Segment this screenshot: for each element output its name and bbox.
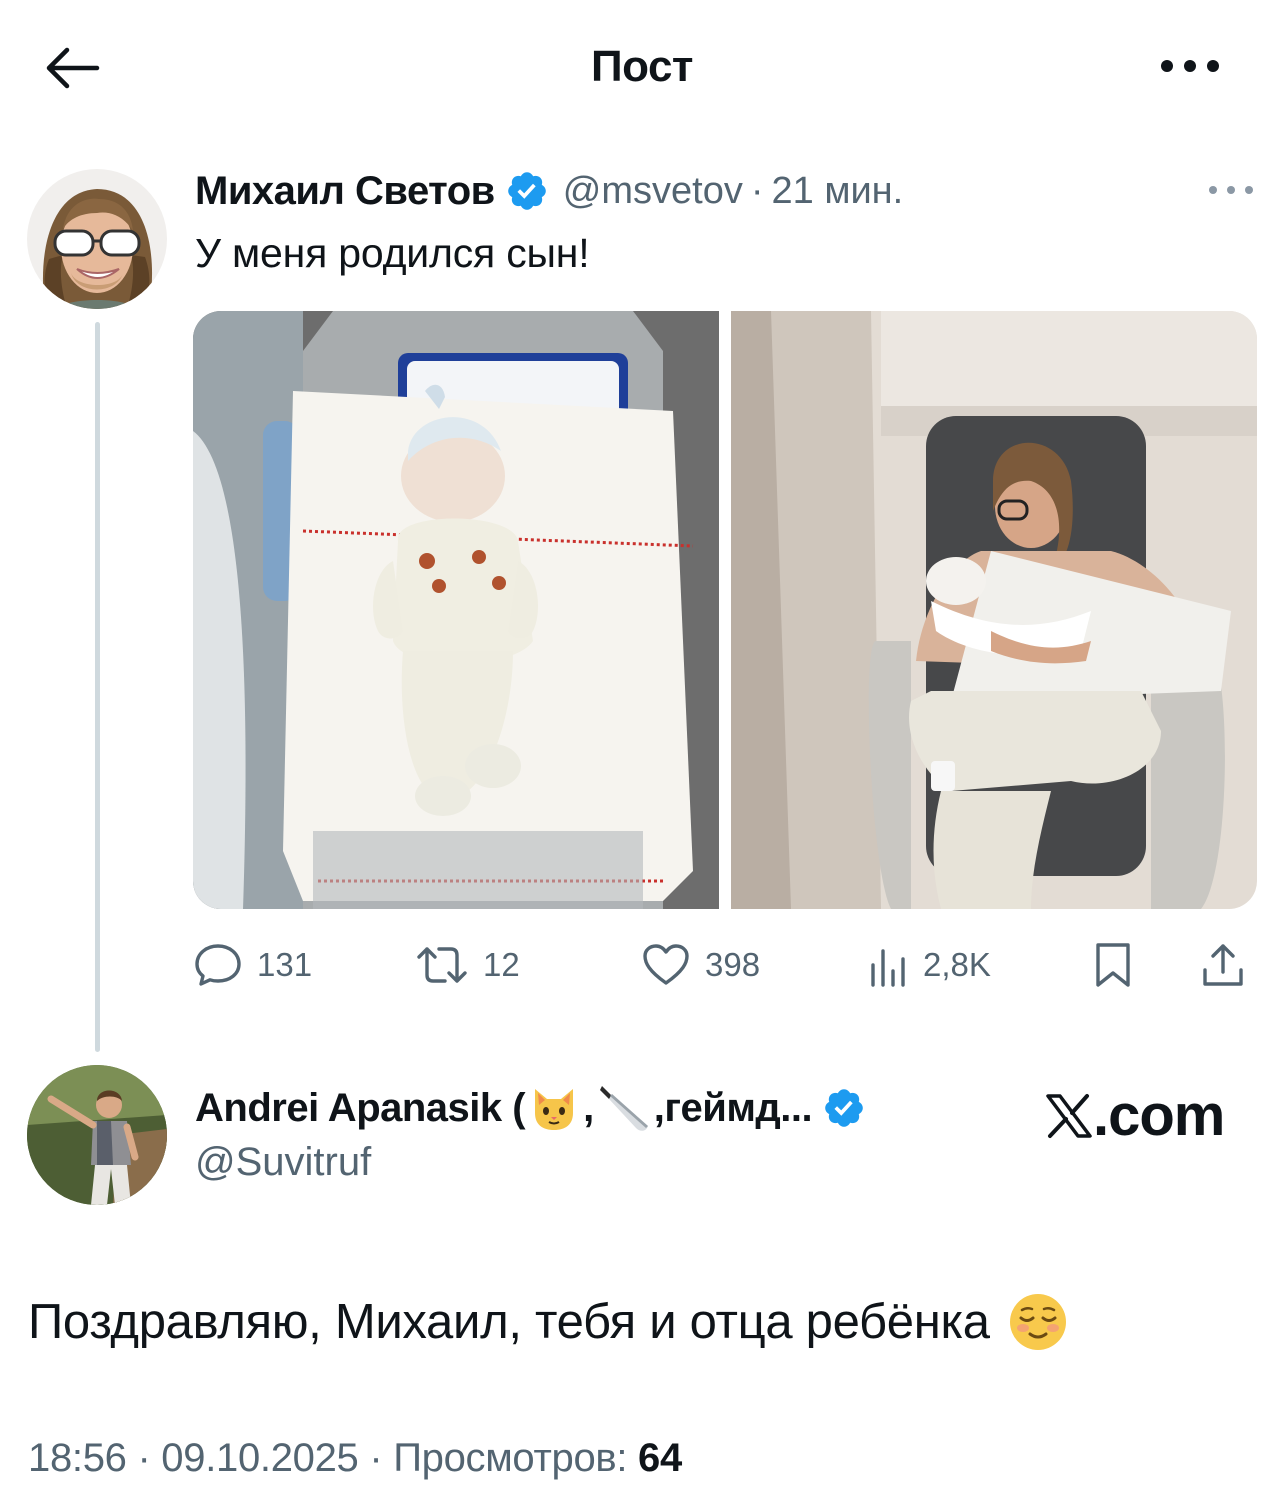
reply-text-row: Поздравляю, Михаил, тебя и отца ребёнка (28, 1292, 1068, 1352)
heart-icon (643, 944, 689, 985)
tweet-timestamp[interactable]: 21 мин. (772, 170, 904, 213)
reply-text: Поздравляю, Михаил, тебя и отца ребёнка (28, 1295, 990, 1349)
kitchen-knife-emoji-icon (599, 1086, 648, 1131)
reply-meta-line: 18:56 · 09.10.2025 · Просмотров: 64 (28, 1436, 682, 1481)
top-bar: Пост (0, 0, 1284, 130)
repost-count: 12 (483, 946, 520, 983)
bookmark-button[interactable] (1093, 930, 1133, 1000)
photo-father-holding-baby[interactable] (731, 311, 1257, 909)
views-button[interactable]: 2,8K (869, 930, 991, 1000)
tweet-media-grid (193, 311, 1257, 909)
reply-button[interactable]: 131 (193, 930, 312, 1000)
page-title: Пост (591, 42, 693, 91)
like-button[interactable]: 398 (641, 930, 760, 1000)
share-button[interactable] (1201, 930, 1245, 1000)
reply-author-avatar[interactable] (27, 1065, 167, 1205)
reply-author-name-prefix[interactable]: Andrei Apanasik ( (195, 1086, 526, 1131)
author-handle[interactable]: @msvetov (563, 170, 743, 213)
tweet-text: У меня родился сын! (195, 230, 590, 276)
x-com-watermark: .com (1045, 1082, 1225, 1149)
reply-author-name-suffix: ,геймд... (653, 1085, 813, 1130)
reply-author-row: Andrei Apanasik ( , ,геймд... (195, 1080, 866, 1136)
analytics-bars-icon (871, 949, 905, 987)
verified-badge-icon (825, 1089, 863, 1127)
more-horizontal-icon (1161, 60, 1219, 72)
thread-connector-line (95, 322, 100, 1052)
x-com-label: .com (1093, 1083, 1225, 1148)
reply-author-handle[interactable]: @Suvitruf (195, 1140, 371, 1185)
share-upload-icon (1203, 944, 1243, 986)
separator-dot: · (369, 1436, 383, 1480)
author-avatar[interactable] (27, 169, 167, 309)
reply-author-name-comma: , (583, 1085, 594, 1130)
author-name[interactable]: Михаил Светов (195, 169, 495, 214)
photo-newborn-in-bassinet[interactable] (193, 311, 719, 909)
x-logo-icon (1046, 1093, 1092, 1138)
reply-bubble-icon (195, 944, 241, 986)
reply-count: 131 (257, 946, 313, 983)
reply-date[interactable]: 09.10.2025 (161, 1436, 359, 1480)
more-options-button[interactable] (1150, 48, 1230, 84)
relieved-face-emoji-icon (1009, 1294, 1066, 1350)
views-value: 64 (638, 1436, 682, 1480)
tweet-author-row: Михаил Светов @msvetov · 21 мин. (195, 164, 903, 218)
repost-button[interactable]: 12 (415, 930, 520, 1000)
more-horizontal-icon (1209, 186, 1253, 194)
separator-dot: · (750, 169, 764, 212)
tweet-action-bar: 131 12 398 2,8K (193, 930, 1257, 1000)
cat-face-emoji-icon (535, 1089, 574, 1130)
verified-badge-icon (507, 172, 546, 210)
like-count: 398 (705, 946, 761, 983)
reply-time[interactable]: 18:56 (28, 1436, 127, 1480)
bookmark-icon (1096, 943, 1130, 987)
view-count: 2,8K (923, 946, 991, 983)
tweet-more-button[interactable] (1205, 176, 1257, 204)
repost-arrows-icon (417, 947, 467, 983)
separator-dot: · (137, 1436, 151, 1480)
views-label: Просмотров: (393, 1436, 628, 1480)
